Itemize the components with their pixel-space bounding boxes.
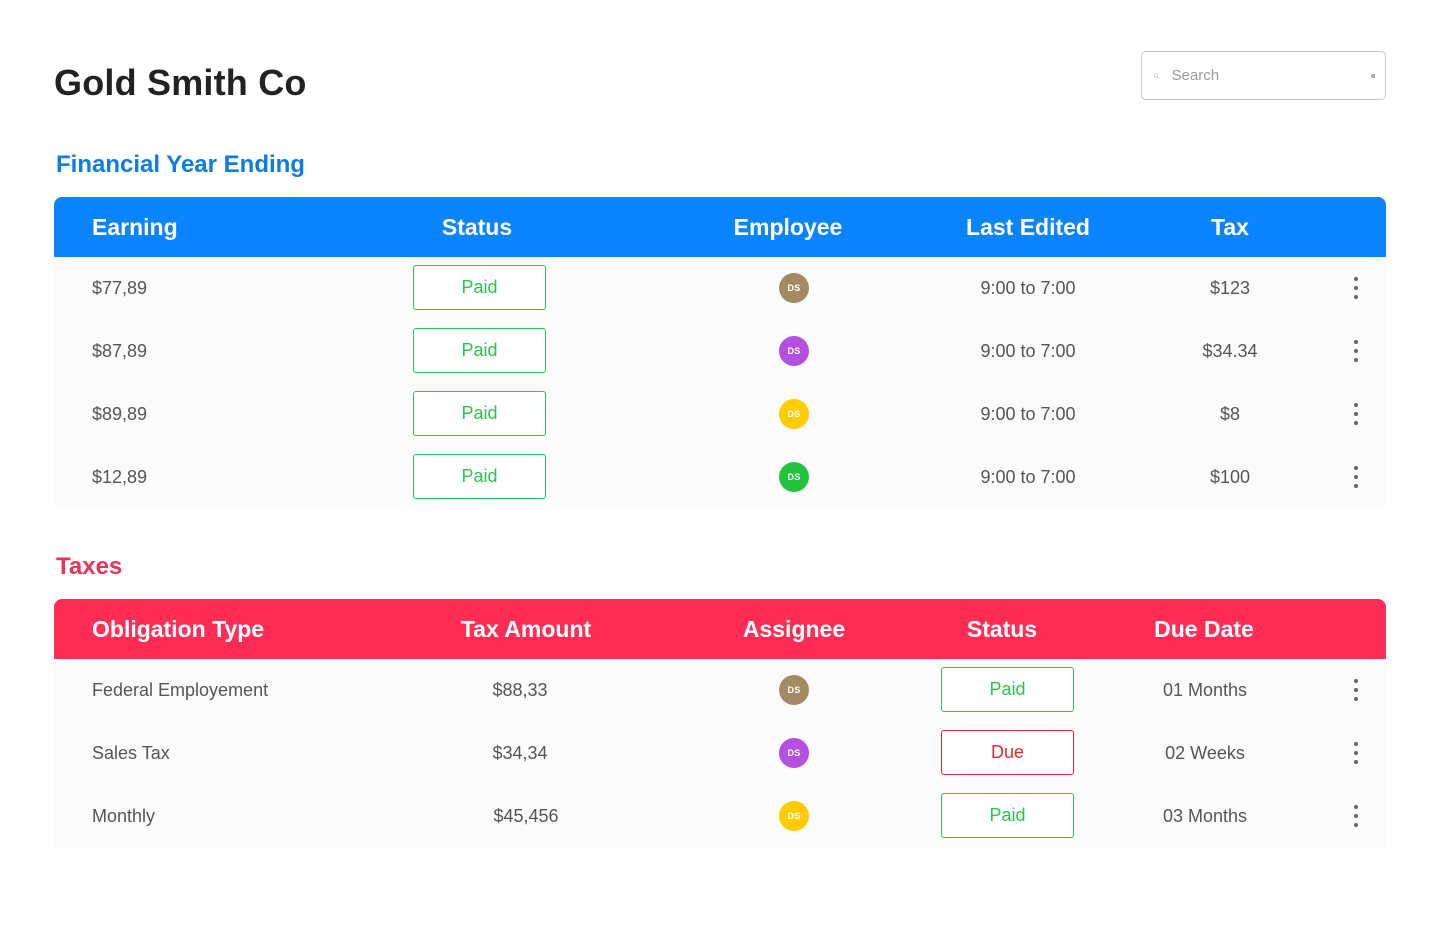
column-header-obligation-type[interactable]: Obligation Type bbox=[92, 599, 264, 659]
column-header-due-date[interactable]: Due Date bbox=[1154, 599, 1254, 659]
avatar: DS bbox=[779, 738, 809, 768]
search-icon bbox=[1154, 72, 1160, 79]
tax-cell: $123 bbox=[1209, 277, 1251, 298]
more-vertical-icon[interactable] bbox=[1350, 679, 1362, 701]
column-header-last-edited[interactable]: Last Edited bbox=[966, 197, 1090, 257]
column-header-status[interactable]: Status bbox=[442, 197, 512, 257]
earning-cell: $77,89 bbox=[92, 277, 148, 298]
column-header-employee[interactable]: Employee bbox=[734, 197, 843, 257]
tax-amount-cell: $45,456 bbox=[493, 805, 559, 826]
column-header-tax[interactable]: Tax bbox=[1211, 197, 1249, 257]
earning-cell: $89,89 bbox=[92, 403, 148, 424]
due-date-cell: 02 Weeks bbox=[1165, 742, 1245, 763]
avatar: DS bbox=[779, 675, 809, 705]
status-badge: Due bbox=[941, 730, 1074, 775]
table-row[interactable]: $12,89 Paid DS 9:00 to 7:00 $100 bbox=[54, 446, 1386, 509]
clear-icon[interactable] bbox=[1370, 68, 1375, 84]
obligation-type-cell: Monthly bbox=[92, 805, 156, 826]
table-row[interactable]: $89,89 Paid DS 9:00 to 7:00 $8 bbox=[54, 383, 1386, 446]
column-header-status[interactable]: Status bbox=[967, 599, 1037, 659]
column-header-assignee[interactable]: Assignee bbox=[743, 599, 845, 659]
last-edited-cell: 9:00 to 7:00 bbox=[980, 340, 1076, 361]
page-title: Gold Smith Co bbox=[54, 62, 307, 103]
status-badge: Paid bbox=[413, 328, 546, 373]
table-row[interactable]: Sales Tax $34,34 DS Due 02 Weeks bbox=[54, 722, 1386, 785]
status-badge: Paid bbox=[941, 667, 1074, 712]
obligation-type-cell: Federal Employement bbox=[92, 679, 269, 700]
obligation-type-cell: Sales Tax bbox=[92, 742, 170, 763]
due-date-cell: 03 Months bbox=[1162, 805, 1248, 826]
financial-table: Earning Status Employee Last Edited Tax … bbox=[54, 197, 1386, 509]
tax-cell: $34.34 bbox=[1202, 340, 1258, 361]
search-box[interactable] bbox=[1141, 51, 1386, 100]
last-edited-cell: 9:00 to 7:00 bbox=[980, 277, 1076, 298]
taxes-section-title: Taxes bbox=[56, 553, 123, 580]
taxes-table-header: Obligation Type Tax Amount Assignee Stat… bbox=[54, 599, 1386, 659]
table-row[interactable]: Federal Employement $88,33 DS Paid 01 Mo… bbox=[54, 659, 1386, 722]
tax-amount-cell: $34,34 bbox=[492, 742, 548, 763]
last-edited-cell: 9:00 to 7:00 bbox=[980, 403, 1076, 424]
avatar: DS bbox=[779, 462, 809, 492]
avatar: DS bbox=[779, 399, 809, 429]
due-date-cell: 01 Months bbox=[1162, 679, 1248, 700]
table-row[interactable]: Monthly $45,456 DS Paid 03 Months bbox=[54, 785, 1386, 848]
status-badge: Paid bbox=[413, 454, 546, 499]
table-row[interactable]: $77,89 Paid DS 9:00 to 7:00 $123 bbox=[54, 257, 1386, 320]
more-vertical-icon[interactable] bbox=[1350, 403, 1362, 425]
status-badge: Paid bbox=[413, 391, 546, 436]
column-header-tax-amount[interactable]: Tax Amount bbox=[461, 599, 591, 659]
earning-cell: $87,89 bbox=[92, 340, 148, 361]
last-edited-cell: 9:00 to 7:00 bbox=[980, 466, 1076, 487]
more-vertical-icon[interactable] bbox=[1350, 742, 1362, 764]
tax-cell: $100 bbox=[1209, 466, 1251, 487]
search-input[interactable] bbox=[1171, 67, 1371, 84]
more-vertical-icon[interactable] bbox=[1350, 340, 1362, 362]
more-vertical-icon[interactable] bbox=[1350, 466, 1362, 488]
status-badge: Paid bbox=[941, 793, 1074, 838]
tax-amount-cell: $88,33 bbox=[492, 679, 548, 700]
earning-cell: $12,89 bbox=[92, 466, 148, 487]
table-row[interactable]: $87,89 Paid DS 9:00 to 7:00 $34.34 bbox=[54, 320, 1386, 383]
more-vertical-icon[interactable] bbox=[1350, 277, 1362, 299]
tax-cell: $8 bbox=[1219, 403, 1241, 424]
more-vertical-icon[interactable] bbox=[1350, 805, 1362, 827]
taxes-table: Obligation Type Tax Amount Assignee Stat… bbox=[54, 599, 1386, 848]
financial-table-header: Earning Status Employee Last Edited Tax bbox=[54, 197, 1386, 257]
financial-section-title: Financial Year Ending bbox=[56, 151, 305, 178]
avatar: DS bbox=[779, 801, 809, 831]
status-badge: Paid bbox=[413, 265, 546, 310]
avatar: DS bbox=[779, 273, 809, 303]
column-header-earning[interactable]: Earning bbox=[92, 197, 178, 257]
avatar: DS bbox=[779, 336, 809, 366]
